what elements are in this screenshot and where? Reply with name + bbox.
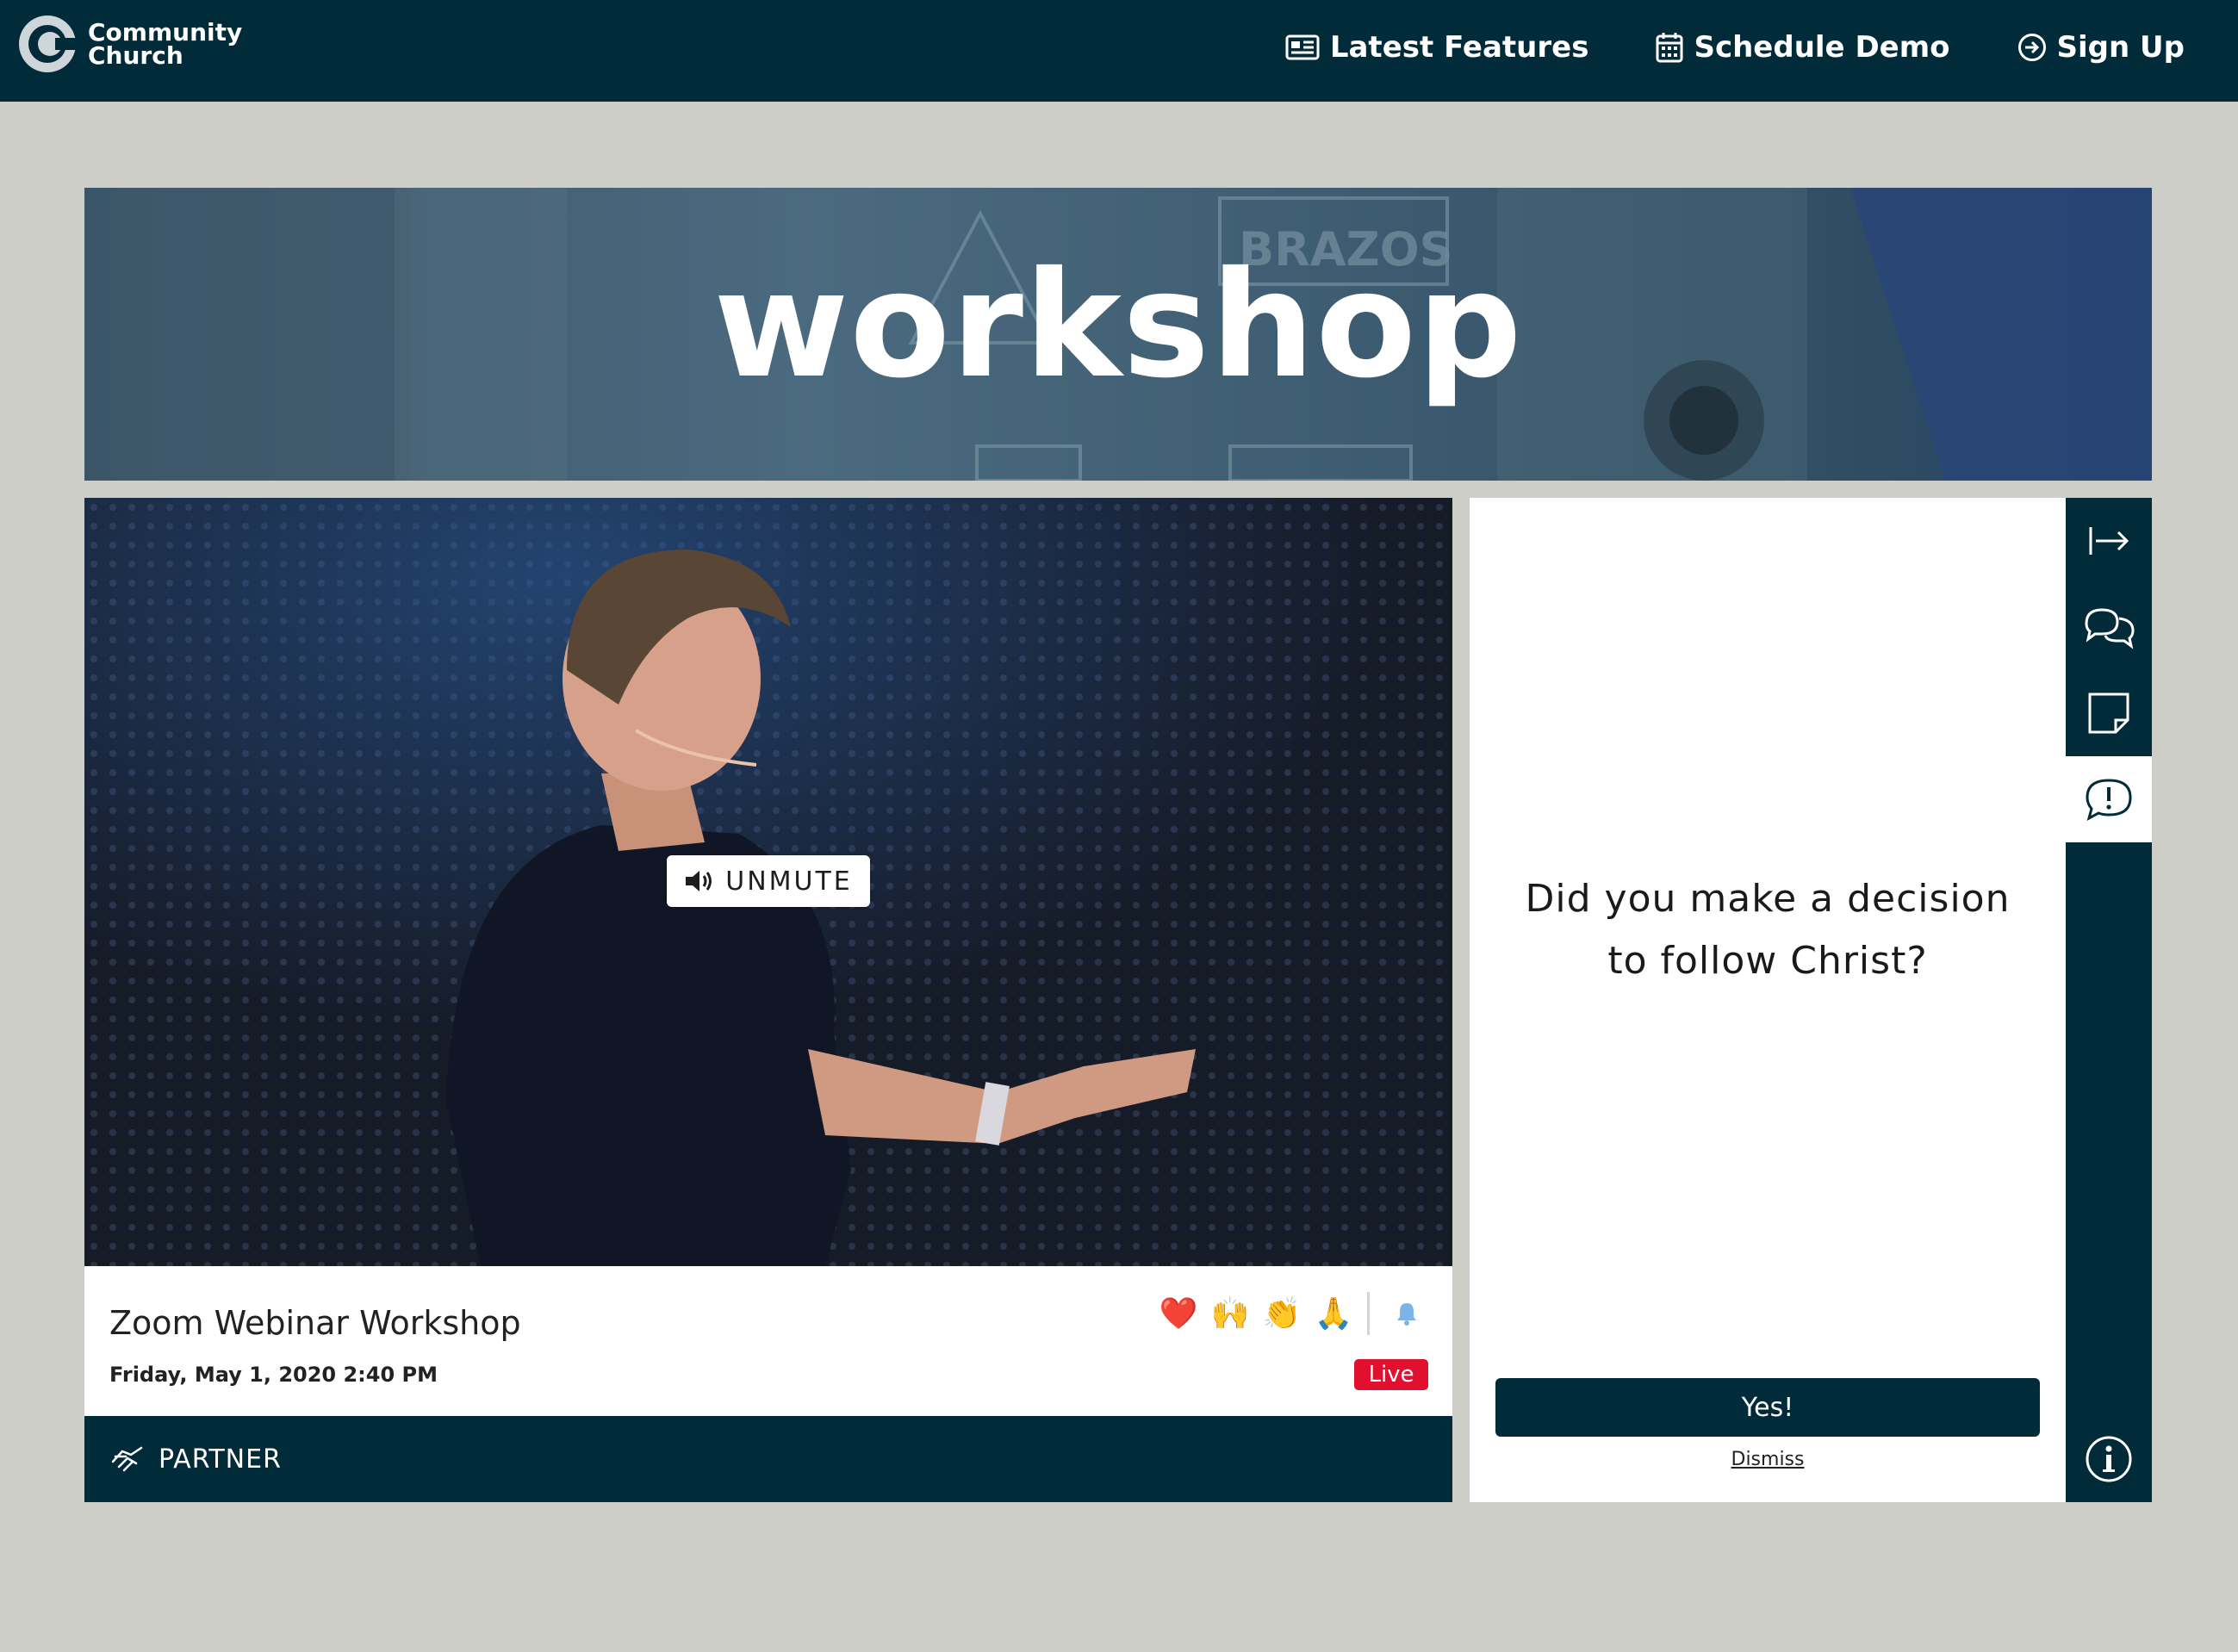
church-logo-icon [19, 16, 78, 72]
bell-button[interactable] [1387, 1294, 1427, 1333]
prompt-icon [2086, 779, 2132, 822]
nav-schedule-demo-label: Schedule Demo [1694, 30, 1950, 65]
dismiss-link[interactable]: Dismiss [1470, 1449, 2066, 1470]
community-church-logo[interactable]: Community Church [17, 14, 242, 74]
video-card: UNMUTE Zoom Webinar Workshop Friday, May… [84, 498, 1452, 1502]
speaker-icon [686, 871, 712, 891]
nav-sign-up[interactable]: Sign Up [2017, 30, 2185, 65]
video-player[interactable]: UNMUTE [84, 498, 1452, 1266]
nav-schedule-demo[interactable]: Schedule Demo [1656, 30, 1950, 65]
reaction-divider [1367, 1292, 1370, 1335]
info-icon [2086, 1436, 2132, 1482]
calendar-icon [1656, 33, 1683, 63]
raised-hands-reaction[interactable]: 🙌 [1210, 1294, 1250, 1333]
prompt-question-line-2: to follow Christ? [1607, 939, 1928, 983]
prompt-question: Did you make a decision to follow Christ… [1504, 868, 2031, 992]
rail-notes-button[interactable] [2066, 670, 2152, 756]
banner-title: workshop [713, 240, 1523, 411]
video-title: Zoom Webinar Workshop [109, 1304, 521, 1342]
logo-line-church: Church [88, 41, 183, 70]
prompt-panel: Did you make a decision to follow Christ… [1470, 498, 2066, 1502]
partner-bar[interactable]: PARTNER [84, 1416, 1452, 1502]
rail-chat-button[interactable] [2066, 584, 2152, 670]
nav-latest-features-label: Latest Features [1329, 30, 1589, 65]
chat-icon [2085, 608, 2135, 649]
exit-icon [2089, 527, 2129, 555]
logo-text: Community Church [88, 18, 243, 70]
nav-latest-features[interactable]: Latest Features [1285, 30, 1589, 65]
clapping-reaction[interactable]: 👏 [1262, 1294, 1302, 1333]
notes-icon [2088, 692, 2129, 734]
partner-label: PARTNER [159, 1444, 282, 1475]
rail-exit-button[interactable] [2066, 498, 2152, 584]
unmute-button[interactable]: UNMUTE [667, 855, 870, 907]
yes-button[interactable]: Yes! [1495, 1378, 2040, 1437]
side-rail [2066, 498, 2152, 1502]
arrow-circle-right-icon [2017, 34, 2046, 61]
video-info-panel: Zoom Webinar Workshop Friday, May 1, 202… [84, 1266, 1452, 1416]
rail-prompt-button[interactable] [2066, 756, 2152, 842]
top-navigation-bar: Community Church Latest Features Schedul… [0, 0, 2238, 102]
heart-reaction[interactable]: ❤️ [1159, 1294, 1198, 1333]
reaction-bar: ❤️ 🙌 👏 🙏 [1147, 1292, 1427, 1335]
handshake-icon [111, 1446, 143, 1472]
newspaper-icon [1285, 34, 1320, 60]
unmute-label: UNMUTE [725, 866, 853, 897]
live-badge: Live [1354, 1359, 1428, 1390]
praying-hands-reaction[interactable]: 🙏 [1314, 1294, 1353, 1333]
video-date: Friday, May 1, 2020 2:40 PM [109, 1363, 438, 1387]
logo-line-community: Community [88, 18, 243, 47]
header-nav: Latest Features Schedule Demo Sign Up [1218, 0, 2185, 95]
bell-icon [1397, 1303, 1416, 1326]
prompt-question-line-1: Did you make a decision [1525, 877, 2011, 921]
nav-sign-up-label: Sign Up [2056, 30, 2185, 65]
rail-info-button[interactable] [2066, 1416, 2152, 1502]
event-banner: BRAZOS workshop [84, 188, 2152, 481]
